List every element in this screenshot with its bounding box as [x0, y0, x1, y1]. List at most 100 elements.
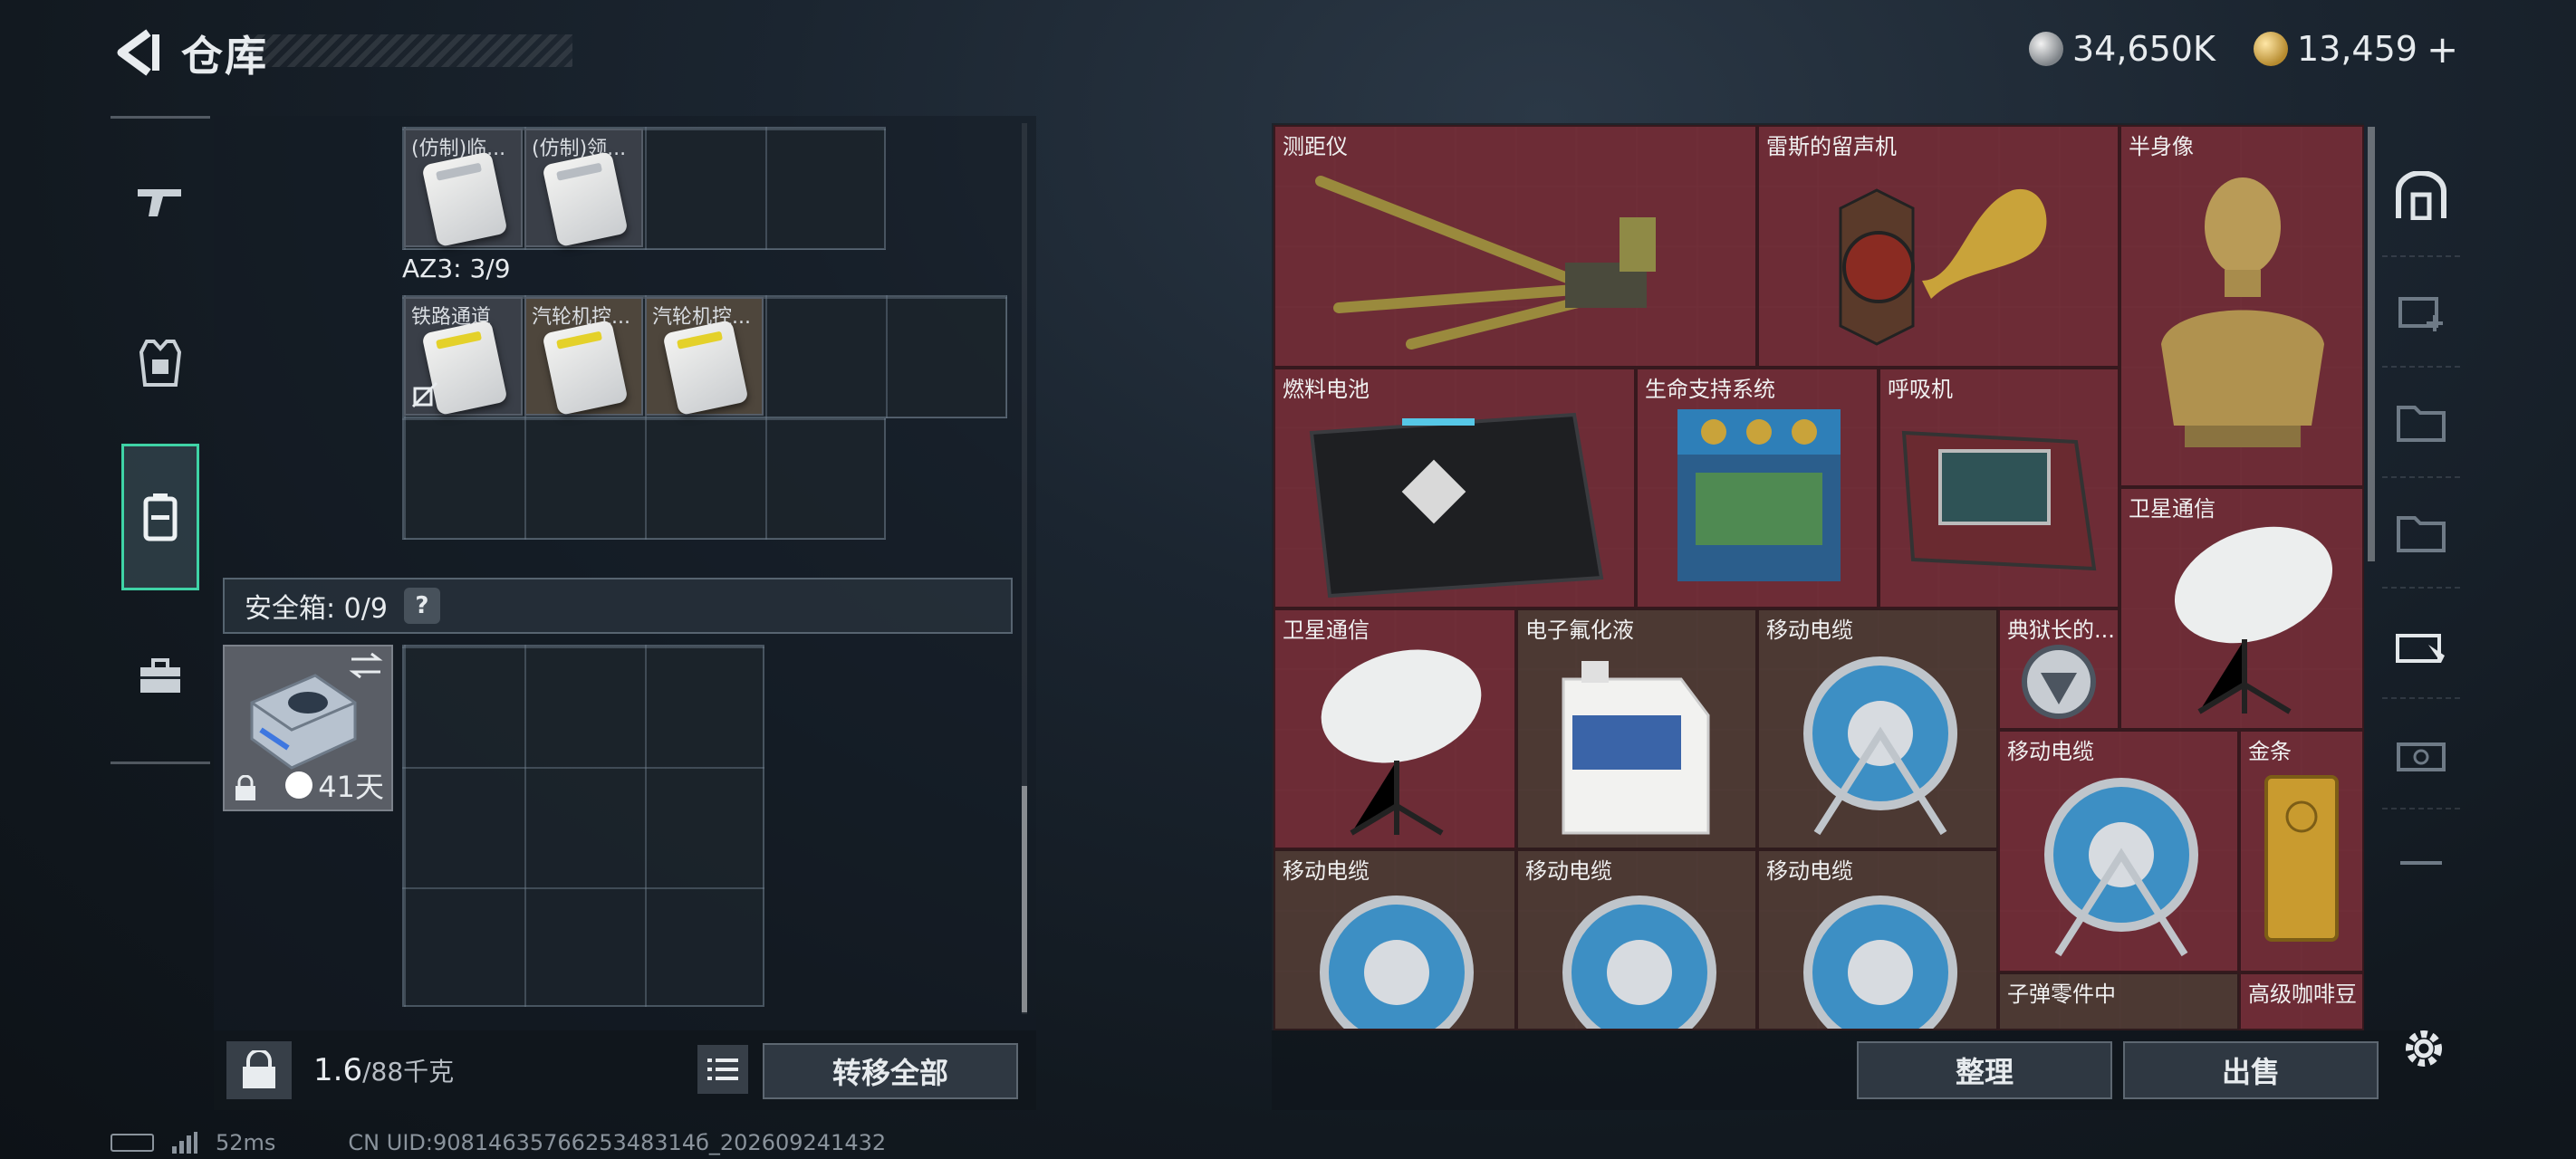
silver-coin-icon — [2029, 32, 2063, 66]
folder-icon — [2397, 516, 2446, 552]
stash-item-mobile-cable[interactable]: 移动电缆 — [1274, 849, 1516, 1030]
stash-item-mobile-cable[interactable]: 移动电缆 — [1757, 608, 1998, 849]
stash-page-cash[interactable] — [2382, 697, 2460, 806]
stash-item-fuel-cell[interactable]: 燃料电池 — [1274, 368, 1636, 608]
item-name: 电子氟化液 — [1525, 618, 1634, 643]
ping-readout: 52ms — [216, 1130, 276, 1155]
transfer-all-button[interactable]: 转移全部 — [763, 1043, 1018, 1099]
stash-item-warden-token[interactable]: 典狱长的... — [1998, 608, 2119, 730]
stash-item-gold-bar[interactable]: 金条 — [2239, 730, 2364, 972]
nav-weapons[interactable] — [121, 152, 199, 252]
clock-icon — [285, 771, 313, 799]
stash-item-electronic-fluid[interactable]: 电子氟化液 — [1516, 608, 1757, 849]
fluid-jug-icon — [1562, 661, 1710, 835]
safebox-item[interactable]: 41天 — [223, 645, 393, 811]
satellite-dish-icon — [2174, 526, 2333, 714]
stash-item-satellite-comm[interactable]: 卫星通信 — [1274, 608, 1516, 849]
weight-lock-button[interactable] — [226, 1041, 292, 1099]
stash-scrollbar[interactable] — [2368, 127, 2375, 561]
backpack-scroll-thumb[interactable] — [1022, 786, 1027, 1012]
item-slot[interactable]: (仿制)领... — [524, 129, 643, 248]
stash-item-rangefinder[interactable]: 测距仪 — [1274, 125, 1757, 368]
stash-page-folder-1[interactable] — [2382, 366, 2460, 474]
lock-icon — [235, 775, 255, 800]
stash-grid: 测距仪 雷斯的留声机 半身像 燃料电池 生命支持系统 呼吸机 卫星通信 卫星通信… — [1274, 125, 2364, 1030]
item-name: 移动电缆 — [1766, 618, 1853, 643]
stash-item-mobile-cable[interactable]: 移动电缆 — [1757, 849, 1998, 1030]
item-name: 移动电缆 — [1766, 858, 1853, 884]
add-stash-icon — [2398, 297, 2443, 331]
item-slot[interactable]: 汽轮机控... — [645, 297, 764, 417]
gear-icon — [2406, 1030, 2442, 1067]
item-slot[interactable]: (仿制)临... — [404, 129, 523, 248]
stash-item-mobile-cable[interactable]: 移动电缆 — [1516, 849, 1757, 1030]
sort-button[interactable]: 整理 — [1857, 1041, 2112, 1099]
keycard-icon — [421, 150, 508, 248]
keycard-icon — [542, 150, 629, 248]
back-arrow-icon — [117, 29, 159, 76]
az3-grid-row2 — [402, 417, 886, 540]
stash-page-gti[interactable] — [2382, 587, 2460, 695]
safebox-label: 安全箱: 0/9 — [245, 593, 388, 625]
stash-item-coffee-beans[interactable]: 高级咖啡豆 — [2239, 972, 2364, 1030]
item-name: 移动电缆 — [1525, 858, 1612, 884]
item-name: 移动电缆 — [2007, 739, 2094, 764]
weight-readout: 1.6/88千克 — [313, 1052, 454, 1088]
stash-page-add[interactable] — [2382, 255, 2460, 364]
ventilator-icon — [1901, 430, 2097, 571]
silver-currency[interactable]: 34,650K — [2029, 24, 2216, 74]
nav-armor[interactable] — [121, 313, 199, 413]
vest-icon — [139, 340, 181, 387]
list-view-button[interactable] — [697, 1045, 748, 1094]
gold-coin-icon — [2254, 32, 2288, 66]
item-name: 高级咖啡豆 — [2248, 982, 2357, 1007]
stash-page-more[interactable] — [2382, 808, 2460, 916]
nav-bottom-edge — [111, 761, 210, 764]
gold-currency[interactable]: 13,459 + — [2254, 24, 2458, 74]
sell-button[interactable]: 出售 — [2123, 1041, 2379, 1099]
life-support-icon — [1677, 409, 1841, 581]
stash-page-folder-2[interactable] — [2382, 476, 2460, 585]
more-icon — [2400, 861, 2442, 865]
item-name: 生命支持系统 — [1645, 377, 1775, 402]
stash-page-main[interactable] — [2382, 141, 2460, 250]
item-slot[interactable]: 铁路通道 — [404, 297, 523, 417]
item-name: 卫星通信 — [1283, 618, 1370, 643]
stash-item-satellite-comm[interactable]: 卫星通信 — [2119, 487, 2364, 730]
item-name: 金条 — [2248, 739, 2292, 764]
item-name: 雷斯的留声机 — [1766, 134, 1897, 159]
nav-gear-case[interactable] — [121, 627, 199, 726]
item-name: 半身像 — [2129, 134, 2194, 159]
item-slot[interactable]: 汽轮机控... — [524, 297, 643, 417]
item-name: 呼吸机 — [1888, 377, 1953, 402]
stash-item-bullet-parts[interactable]: 子弹零件中 — [1998, 972, 2239, 1030]
stash-item-gramophone[interactable]: 雷斯的留声机 — [1757, 125, 2119, 368]
swap-icon[interactable] — [348, 652, 384, 679]
title-decoration — [243, 34, 572, 67]
safebox-header: 安全箱: 0/9 ? — [223, 578, 1013, 634]
back-button[interactable] — [109, 25, 163, 80]
nav-top-edge — [111, 116, 210, 119]
cable-reel-icon — [1320, 896, 1474, 1029]
stash-item-life-support[interactable]: 生命支持系统 — [1636, 368, 1879, 608]
stash-item-ventilator[interactable]: 呼吸机 — [1879, 368, 2119, 608]
backpack-icon — [143, 493, 178, 541]
list-icon — [707, 1058, 738, 1080]
add-gold-button[interactable]: + — [2427, 27, 2458, 72]
gold-bar-icon — [2264, 775, 2339, 942]
weight-current: 1.6 — [313, 1052, 363, 1088]
stash-page-nav — [2382, 123, 2460, 1029]
stash-item-mobile-cable[interactable]: 移动电缆 — [1998, 730, 2239, 972]
left-category-nav — [111, 116, 210, 764]
rangefinder-icon — [1315, 176, 1656, 350]
backpack-scrollbar[interactable] — [1022, 123, 1027, 1014]
settings-button[interactable] — [2395, 1020, 2453, 1078]
gti-stash-icon — [2396, 634, 2445, 663]
stash-item-bust[interactable]: 半身像 — [2119, 125, 2364, 487]
folder-icon — [2397, 406, 2446, 442]
help-icon[interactable]: ? — [403, 588, 440, 624]
fuel-cell-icon — [1309, 412, 1604, 599]
weight-lock-icon — [243, 1050, 275, 1088]
nav-backpack[interactable] — [121, 444, 199, 590]
cable-reel-icon — [1803, 896, 1957, 1029]
